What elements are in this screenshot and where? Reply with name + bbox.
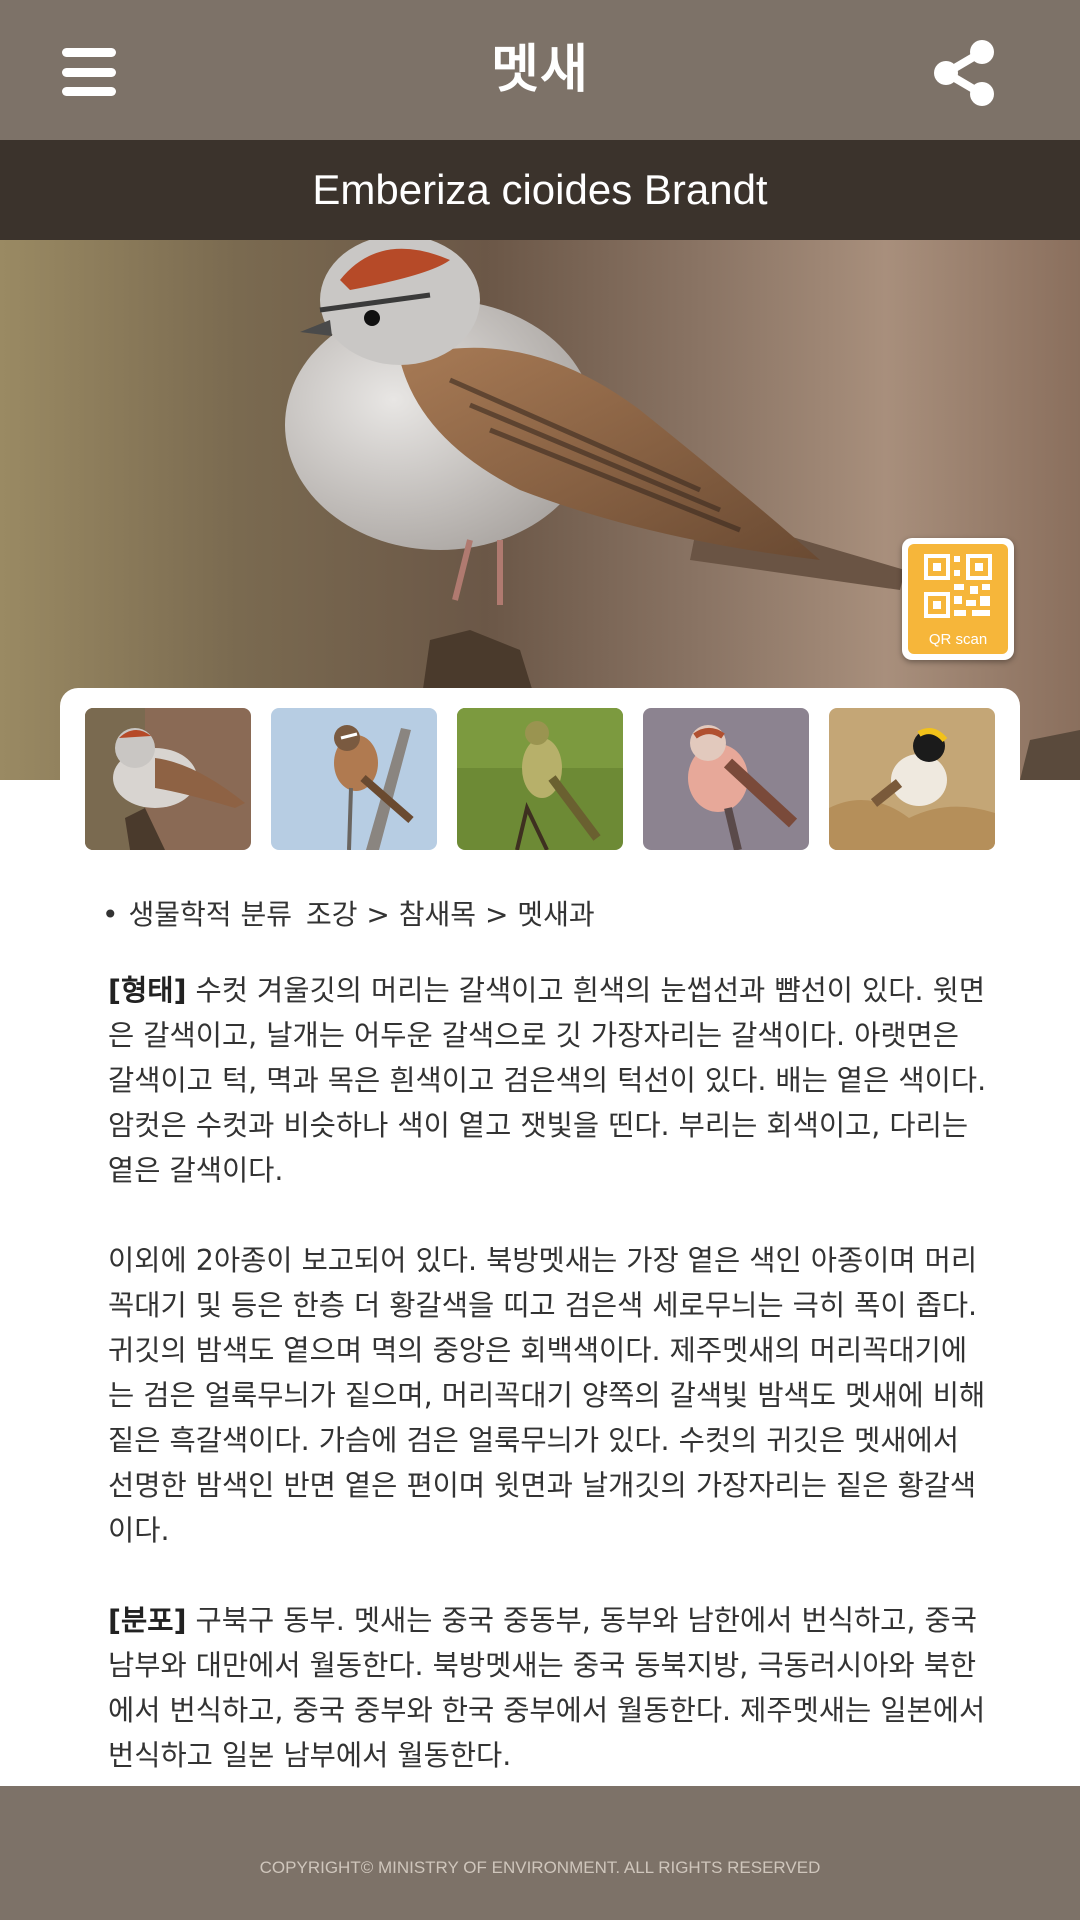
qr-scan-label: QR scan: [928, 631, 988, 648]
qr-scan-button[interactable]: QR scan: [902, 538, 1014, 660]
qr-code-icon: [924, 554, 992, 618]
thumbnail-gallery: [85, 708, 995, 850]
scientific-name: Emberiza cioides Brandt: [0, 140, 1080, 240]
morphology-heading: [형태]: [108, 974, 187, 1007]
distribution-heading: [분포]: [108, 1604, 187, 1637]
thumbnail-5[interactable]: [829, 708, 995, 850]
thumbnail-4[interactable]: [643, 708, 809, 850]
distribution-text: 구북구 동부. 멧새는 중국 중동부, 동부와 남한에서 번식하고, 중국 남부…: [108, 1604, 986, 1772]
taxonomy-bullet: •: [102, 898, 119, 931]
thumbnail-1[interactable]: [85, 708, 251, 850]
footer: [0, 1786, 1080, 1920]
taxonomy: • 생물학적 분류 조강 > 참새목 > 멧새과: [102, 893, 982, 933]
page-title: 멧새: [491, 40, 589, 100]
thumbnail-3[interactable]: [457, 708, 623, 850]
subspecies-paragraph: 이외에 2아종이 보고되어 있다. 북방멧새는 가장 옅은 색인 아종이며 머리…: [108, 1244, 986, 1547]
distribution-paragraph: [분포] 구북구 동부. 멧새는 중국 중동부, 동부와 남한에서 번식하고, …: [108, 1598, 988, 1778]
thumbnail-2[interactable]: [271, 708, 437, 850]
app-header: 멧새: [0, 0, 1080, 140]
copyright-text: COPYRIGHT© MINISTRY OF ENVIRONMENT. ALL …: [259, 1858, 821, 1877]
taxonomy-label: 생물학적 분류: [128, 898, 292, 931]
taxonomy-path: 조강 > 참새목 > 멧새과: [305, 898, 595, 931]
content-card: • 생물학적 분류 조강 > 참새목 > 멧새과 [형태] 수컷 겨울깃의 머리는 …: [60, 688, 1020, 1830]
morphology-text: 수컷 겨울깃의 머리는 갈색이고 흰색의 눈썹선과 뺨선이 있다. 윗면은 갈색…: [108, 974, 987, 1187]
share-icon[interactable]: [930, 38, 1000, 108]
morphology-paragraph: [형태] 수컷 겨울깃의 머리는 갈색이고 흰색의 눈썹선과 뺨선이 있다. 윗…: [108, 968, 988, 1193]
